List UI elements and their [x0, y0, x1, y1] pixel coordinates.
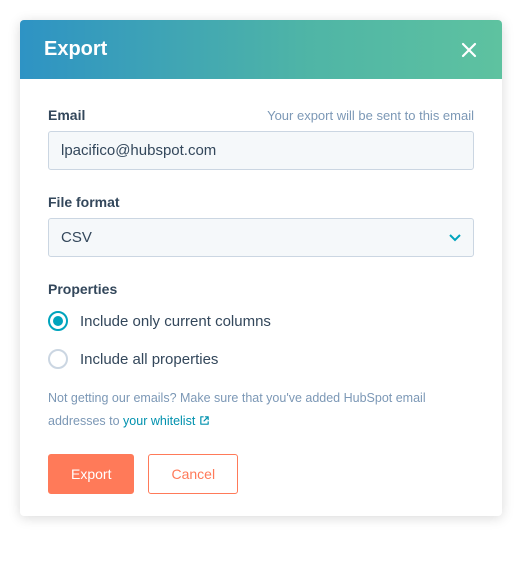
radio-label: Include only current columns — [80, 313, 271, 330]
modal-header: Export — [20, 20, 502, 79]
email-input[interactable] — [48, 131, 474, 170]
radio-icon — [48, 349, 68, 369]
email-field-group: Email Your export will be sent to this e… — [48, 107, 474, 170]
email-helper: Your export will be sent to this email — [267, 108, 474, 123]
file-format-value: CSV — [61, 229, 92, 246]
radio-icon — [48, 311, 68, 331]
file-format-label: File format — [48, 194, 474, 210]
button-row: Export Cancel — [48, 454, 474, 494]
file-format-select[interactable]: CSV — [48, 218, 474, 257]
email-label: Email — [48, 107, 85, 123]
whitelist-link-text: your whitelist — [123, 410, 195, 433]
export-modal: Export Email Your export will be sent to… — [20, 20, 502, 516]
whitelist-link[interactable]: your whitelist — [123, 410, 210, 433]
modal-title: Export — [44, 38, 107, 61]
radio-option-current-columns[interactable]: Include only current columns — [48, 311, 474, 331]
close-icon[interactable] — [460, 41, 478, 59]
hint-text: Not getting our emails? Make sure that y… — [48, 387, 474, 432]
cancel-button[interactable]: Cancel — [148, 454, 238, 494]
hint-prefix: Not getting our emails? Make sure that y… — [48, 391, 426, 428]
caret-down-icon — [449, 229, 461, 246]
modal-body: Email Your export will be sent to this e… — [20, 79, 502, 516]
export-button[interactable]: Export — [48, 454, 134, 494]
radio-option-all-properties[interactable]: Include all properties — [48, 349, 474, 369]
properties-label: Properties — [48, 281, 474, 297]
file-format-field-group: File format CSV — [48, 194, 474, 257]
external-link-icon — [199, 415, 210, 426]
radio-label: Include all properties — [80, 351, 218, 368]
properties-field-group: Properties Include only current columns … — [48, 281, 474, 369]
email-label-row: Email Your export will be sent to this e… — [48, 107, 474, 123]
properties-radio-group: Include only current columns Include all… — [48, 311, 474, 369]
